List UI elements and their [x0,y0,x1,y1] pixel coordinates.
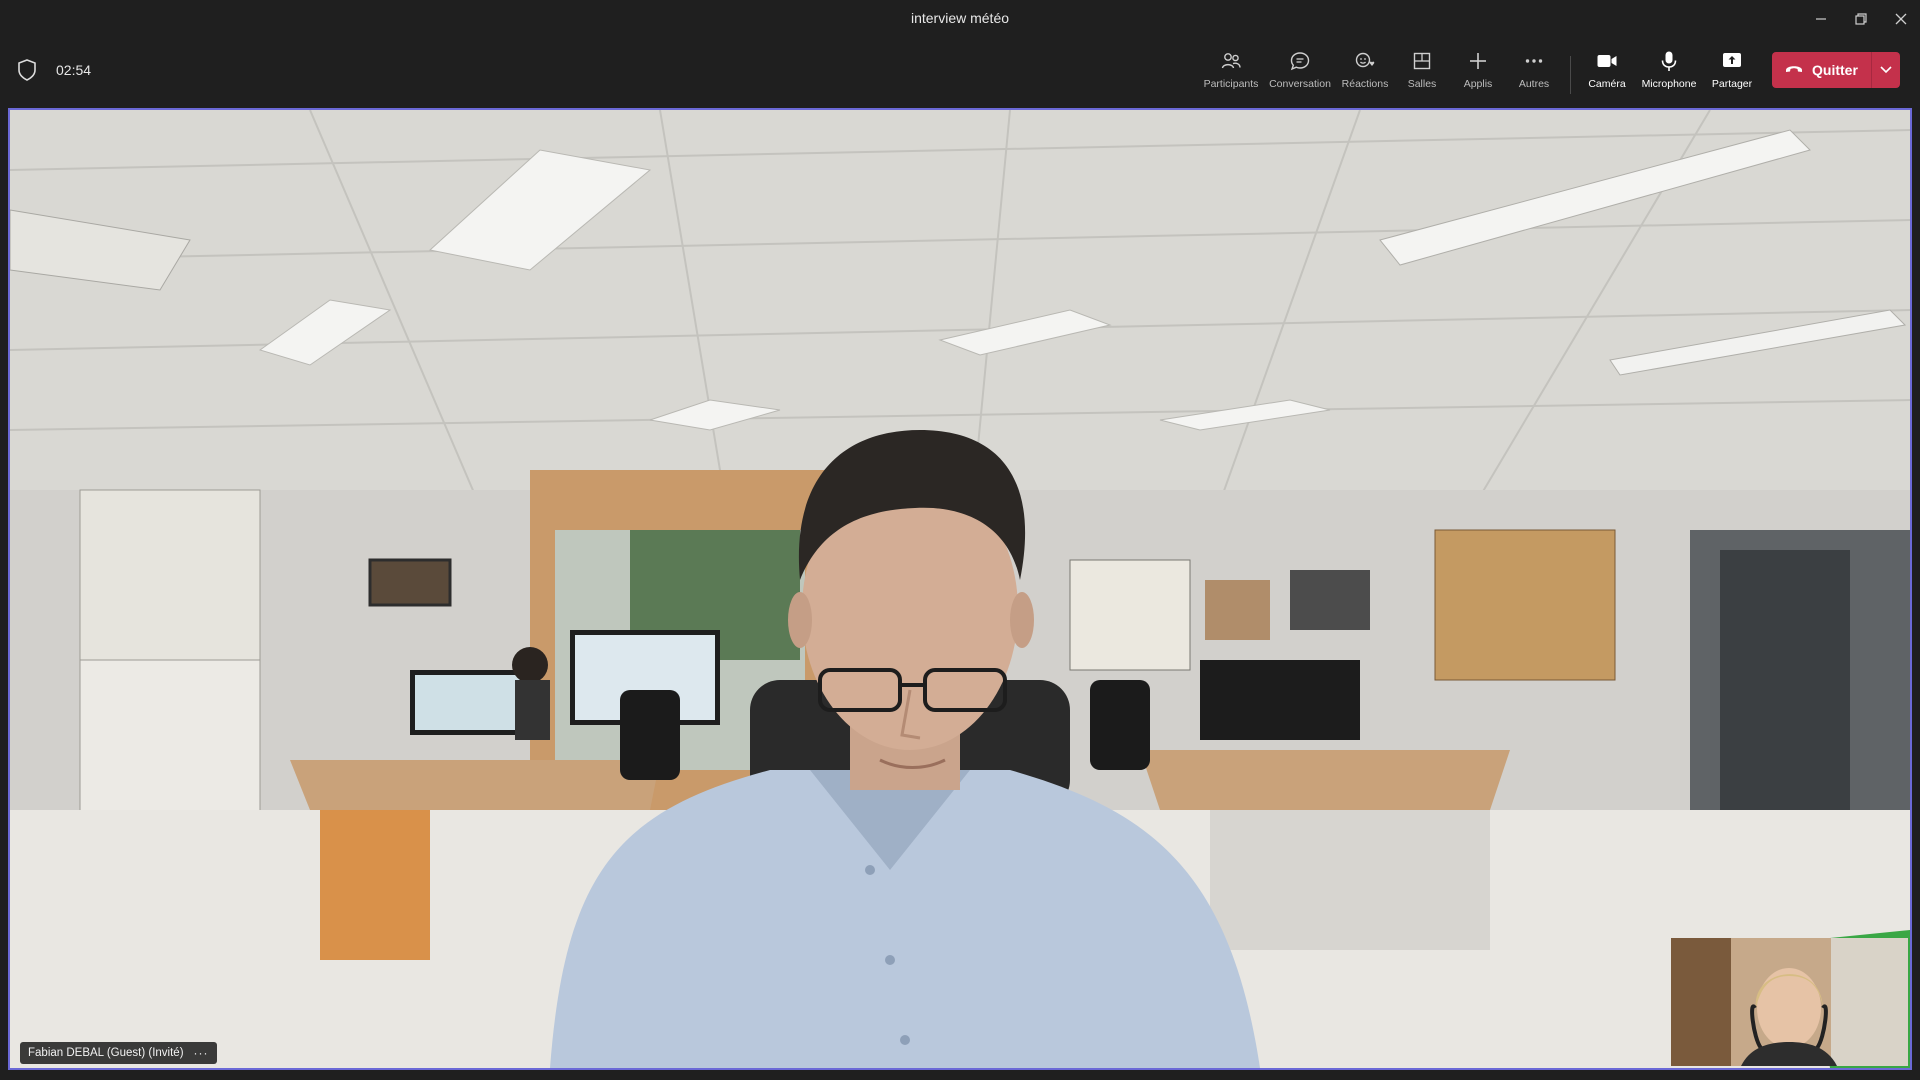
participants-label: Participants [1203,78,1259,90]
share-screen-icon [1721,50,1743,72]
minimize-icon[interactable] [1806,6,1836,32]
window-titlebar: interview météo [0,0,1920,39]
participant-video [10,110,1910,1068]
rooms-label: Salles [1407,78,1437,90]
apps-button[interactable]: Applis [1446,48,1510,98]
leave-options-button[interactable] [1872,52,1900,88]
self-view-image [1671,938,1908,1066]
chevron-down-icon [1880,61,1892,79]
participant-name: Fabian DEBAL (Guest) (Invité) [28,1047,184,1059]
shield-icon [16,58,38,82]
self-view-video[interactable] [1671,938,1908,1066]
video-camera-icon [1596,50,1618,72]
restore-icon[interactable] [1846,6,1876,32]
meeting-controls-bar: 02:54 Participants Conversation Réaction… [0,38,1920,104]
reactions-button[interactable]: Réactions [1333,48,1397,98]
microphone-icon [1658,50,1680,72]
reactions-label: Réactions [1341,78,1389,90]
main-video-stage[interactable]: Fabian DEBAL (Guest) (Invité) ··· [8,108,1912,1070]
plus-icon [1467,50,1489,72]
window-title: interview météo [910,10,1010,26]
breakout-rooms-icon [1411,50,1433,72]
apps-label: Applis [1463,78,1493,90]
camera-label: Caméra [1588,78,1626,90]
toolbar-divider [1570,56,1571,94]
camera-button[interactable]: Caméra [1575,48,1639,98]
people-icon [1220,50,1242,72]
meeting-timer: 02:54 [56,62,92,78]
share-button[interactable]: Partager [1700,48,1764,98]
phone-hangup-icon [1784,61,1804,80]
more-label: Autres [1518,78,1550,90]
leave-button[interactable]: Quitter [1772,52,1871,88]
more-button[interactable]: Autres [1502,48,1566,98]
share-label: Partager [1711,78,1753,90]
ellipsis-icon [1523,50,1545,72]
leave-label: Quitter [1812,62,1858,78]
chat-bubble-icon [1289,50,1311,72]
microphone-label: Microphone [1641,78,1697,90]
emoji-icon [1354,50,1376,72]
breakout-rooms-button[interactable]: Salles [1390,48,1454,98]
chat-button[interactable]: Conversation [1268,48,1332,98]
participant-options-button[interactable]: ··· [194,1046,209,1060]
participants-button[interactable]: Participants [1199,48,1263,98]
microphone-button[interactable]: Microphone [1637,48,1701,98]
leave-button-group: Quitter [1772,52,1900,88]
participant-name-badge: Fabian DEBAL (Guest) (Invité) ··· [20,1042,217,1064]
chat-label: Conversation [1269,78,1331,90]
close-icon[interactable] [1886,6,1916,32]
